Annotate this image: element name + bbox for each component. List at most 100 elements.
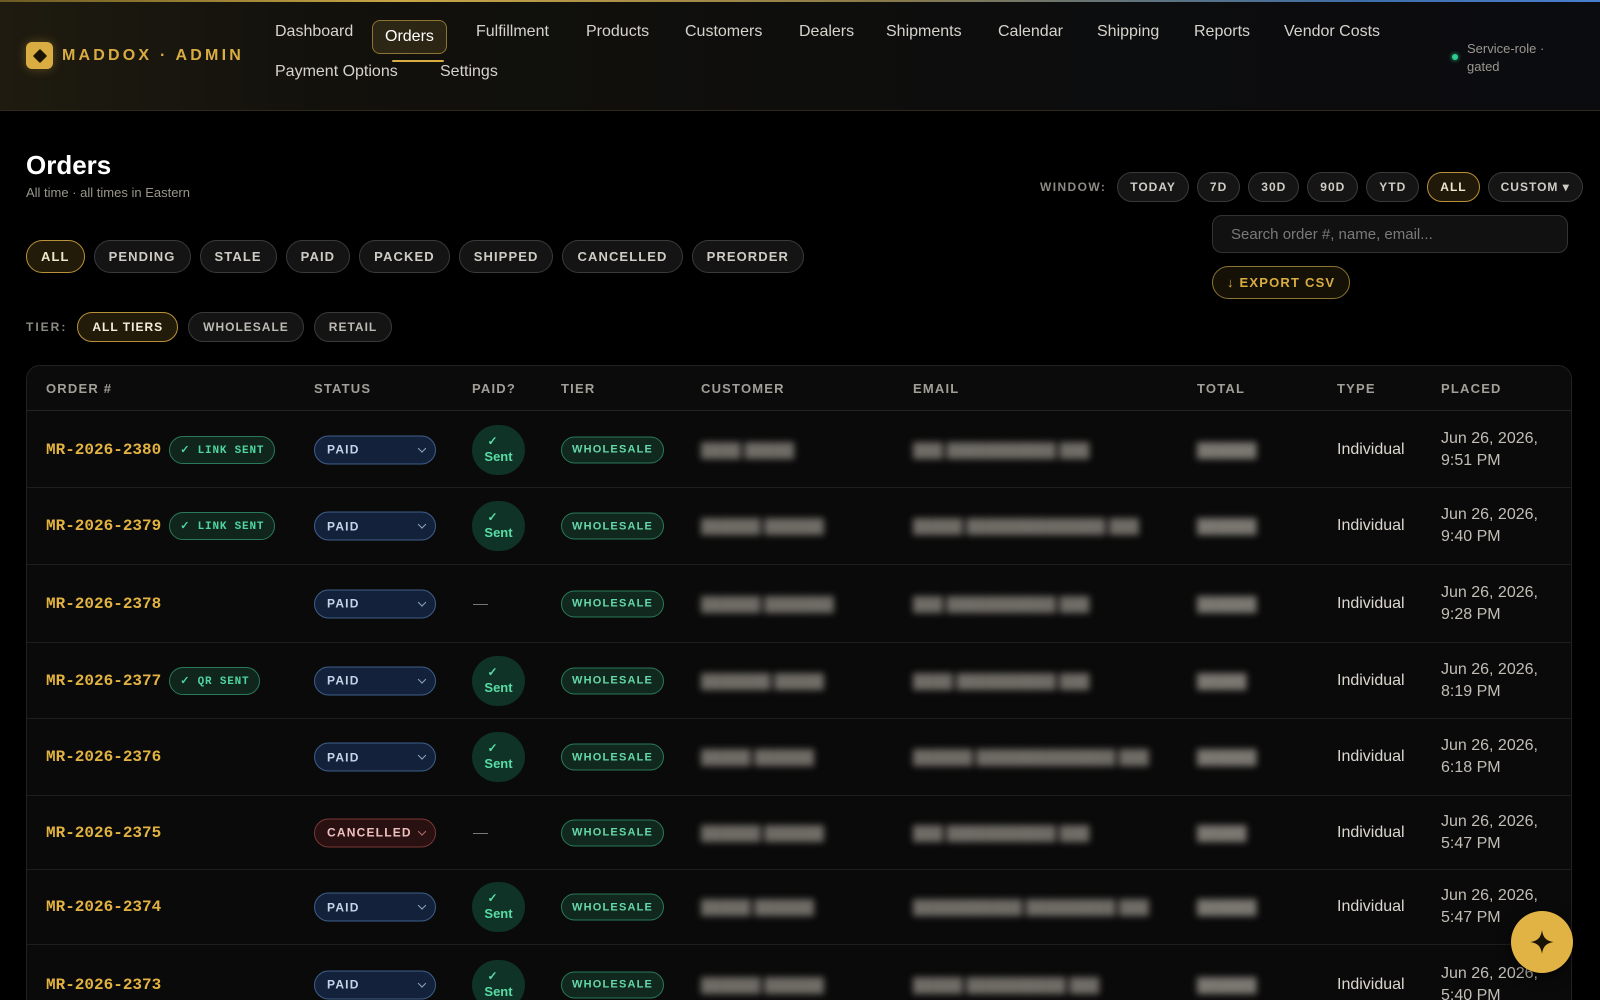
status-select[interactable]: PAID <box>314 511 436 541</box>
col-total[interactable]: TOTAL <box>1197 381 1245 396</box>
chevron-down-icon <box>417 901 427 910</box>
order-number-link[interactable]: MR-2026-2376 <box>46 748 161 766</box>
status-cell: PAID <box>314 435 436 464</box>
table-row[interactable]: MR-2026-2375 CANCELLED — WHOLESALE ██████ ██… <box>27 796 1571 870</box>
paid-sent-chip[interactable]: ✓ Sent <box>472 655 525 706</box>
assistant-fab-button[interactable] <box>1511 911 1573 973</box>
window-30d[interactable]: 30D <box>1248 172 1300 202</box>
tier-badge: WHOLESALE <box>561 590 665 617</box>
col-customer[interactable]: CUSTOMER <box>701 381 785 396</box>
status-value: PAID <box>327 596 360 611</box>
col-type[interactable]: TYPE <box>1337 381 1376 396</box>
col-tier[interactable]: TIER <box>561 381 595 396</box>
filter-preorder[interactable]: PREORDER <box>691 240 805 273</box>
filter-packed[interactable]: PACKED <box>359 240 450 273</box>
nav-payment-options[interactable]: Payment Options <box>275 56 398 88</box>
paid-status-text: Sent <box>484 983 513 999</box>
export-csv-button[interactable]: ↓ EXPORT CSV <box>1212 266 1351 299</box>
tier-all[interactable]: ALL TIERS <box>77 312 179 342</box>
brand[interactable]: MADDOX · ADMIN <box>26 42 244 69</box>
tier-cell: WHOLESALE <box>561 436 665 463</box>
nav-customers[interactable]: Customers <box>685 16 762 48</box>
order-number-link[interactable]: MR-2026-2378 <box>46 595 161 613</box>
status-value: PAID <box>327 977 360 992</box>
paid-sent-chip[interactable]: ✓ Sent <box>472 959 525 1000</box>
order-number-link[interactable]: MR-2026-2374 <box>46 898 161 916</box>
nav-dealers[interactable]: Dealers <box>799 16 854 48</box>
filter-stale[interactable]: STALE <box>199 240 277 273</box>
filter-cancelled[interactable]: CANCELLED <box>562 240 683 273</box>
status-select[interactable]: CANCELLED <box>314 818 436 847</box>
table-row[interactable]: MR-2026-2378 PAID — WHOLESALE ██████ ███████… <box>27 565 1571 643</box>
table-row[interactable]: MR-2026-2377 ✓ QR SENT PAID ✓ Sent WHOLESALE █… <box>27 643 1571 719</box>
table-row[interactable]: MR-2026-2374 PAID ✓ Sent WHOLESALE █████ ████… <box>27 870 1571 945</box>
order-type: Individual <box>1337 898 1405 915</box>
col-email[interactable]: EMAIL <box>913 381 959 396</box>
status-cell: PAID <box>314 666 436 695</box>
paid-sent-chip[interactable]: ✓ Sent <box>472 882 525 932</box>
order-number-link[interactable]: MR-2026-2373 <box>46 976 161 994</box>
nav-vendor-costs[interactable]: Vendor Costs <box>1284 16 1380 48</box>
filter-shipped[interactable]: SHIPPED <box>458 240 554 273</box>
search-input[interactable] <box>1212 215 1568 253</box>
filter-pending[interactable]: PENDING <box>93 240 191 273</box>
table-row[interactable]: MR-2026-2373 PAID ✓ Sent WHOLESALE ██████ ███… <box>27 945 1571 1000</box>
check-icon: ✓ <box>487 891 498 905</box>
nav-products[interactable]: Products <box>586 16 649 48</box>
total-redacted: █████ <box>1197 824 1247 841</box>
order-type: Individual <box>1337 440 1405 458</box>
status-select[interactable]: PAID <box>314 742 436 772</box>
window-custom-dropdown[interactable]: CUSTOM ▾ <box>1487 172 1583 202</box>
table-row[interactable]: MR-2026-2376 PAID ✓ Sent WHOLESALE █████ ████… <box>27 719 1571 796</box>
email-redacted: ██████ ██████████████ ███ <box>913 749 1149 765</box>
paid-sent-chip[interactable]: ✓ Sent <box>472 732 525 782</box>
status-select[interactable]: PAID <box>314 666 436 695</box>
order-number-link[interactable]: MR-2026-2380 <box>46 441 161 459</box>
tier-wholesale[interactable]: WHOLESALE <box>188 312 304 342</box>
nav-reports[interactable]: Reports <box>1194 16 1250 48</box>
nav-orders[interactable]: Orders <box>372 20 447 54</box>
tier-cell: WHOLESALE <box>561 743 665 771</box>
window-all[interactable]: ALL <box>1427 172 1480 202</box>
tier-cell: WHOLESALE <box>561 590 665 617</box>
order-type: Individual <box>1337 823 1405 841</box>
table-row[interactable]: MR-2026-2379 ✓ LINK SENT PAID ✓ Sent WHOLESAL… <box>27 488 1571 565</box>
window-90d[interactable]: 90D <box>1307 172 1359 202</box>
col-paid[interactable]: PAID? <box>472 381 516 396</box>
order-type: Individual <box>1337 594 1405 612</box>
brand-logo-icon <box>26 42 53 69</box>
order-number-link[interactable]: MR-2026-2377 <box>46 672 161 690</box>
filter-all[interactable]: ALL <box>26 240 85 273</box>
order-number-link[interactable]: MR-2026-2375 <box>46 824 161 842</box>
status-select[interactable]: PAID <box>314 589 436 618</box>
paid-status-text: Sent <box>484 525 513 540</box>
order-cell: MR-2026-2376 <box>46 748 161 766</box>
nav-shipments[interactable]: Shipments <box>886 16 962 48</box>
col-placed[interactable]: PLACED <box>1441 381 1502 396</box>
nav-shipping[interactable]: Shipping <box>1097 16 1159 48</box>
window-today[interactable]: TODAY <box>1117 172 1189 202</box>
status-cell: PAID <box>314 589 436 618</box>
total-redacted: ██████ <box>1197 749 1257 765</box>
tier-retail[interactable]: RETAIL <box>313 312 393 342</box>
paid-sent-chip[interactable]: ✓ Sent <box>472 501 525 551</box>
order-type: Individual <box>1337 517 1405 534</box>
col-order[interactable]: ORDER # <box>46 381 112 396</box>
total-redacted: ██████ <box>1197 976 1257 993</box>
window-ytd[interactable]: YTD <box>1366 172 1420 202</box>
order-number-link[interactable]: MR-2026-2379 <box>46 517 161 535</box>
status-select[interactable]: PAID <box>314 435 436 464</box>
paid-cell: ✓ Sent <box>472 655 525 706</box>
status-select[interactable]: PAID <box>314 892 436 922</box>
col-status[interactable]: STATUS <box>314 381 371 396</box>
paid-sent-chip[interactable]: ✓ Sent <box>472 424 525 475</box>
nav-calendar[interactable]: Calendar <box>998 16 1063 48</box>
status-select[interactable]: PAID <box>314 970 436 999</box>
customer-name-redacted: ██████ ██████ <box>701 976 824 993</box>
nav-settings[interactable]: Settings <box>440 56 498 88</box>
window-7d[interactable]: 7D <box>1196 172 1241 202</box>
nav-fulfillment[interactable]: Fulfillment <box>476 16 549 48</box>
table-row[interactable]: MR-2026-2380 ✓ LINK SENT PAID ✓ Sent WHOLESAL… <box>27 412 1571 488</box>
nav-dashboard[interactable]: Dashboard <box>275 16 353 48</box>
filter-paid[interactable]: PAID <box>285 240 351 273</box>
